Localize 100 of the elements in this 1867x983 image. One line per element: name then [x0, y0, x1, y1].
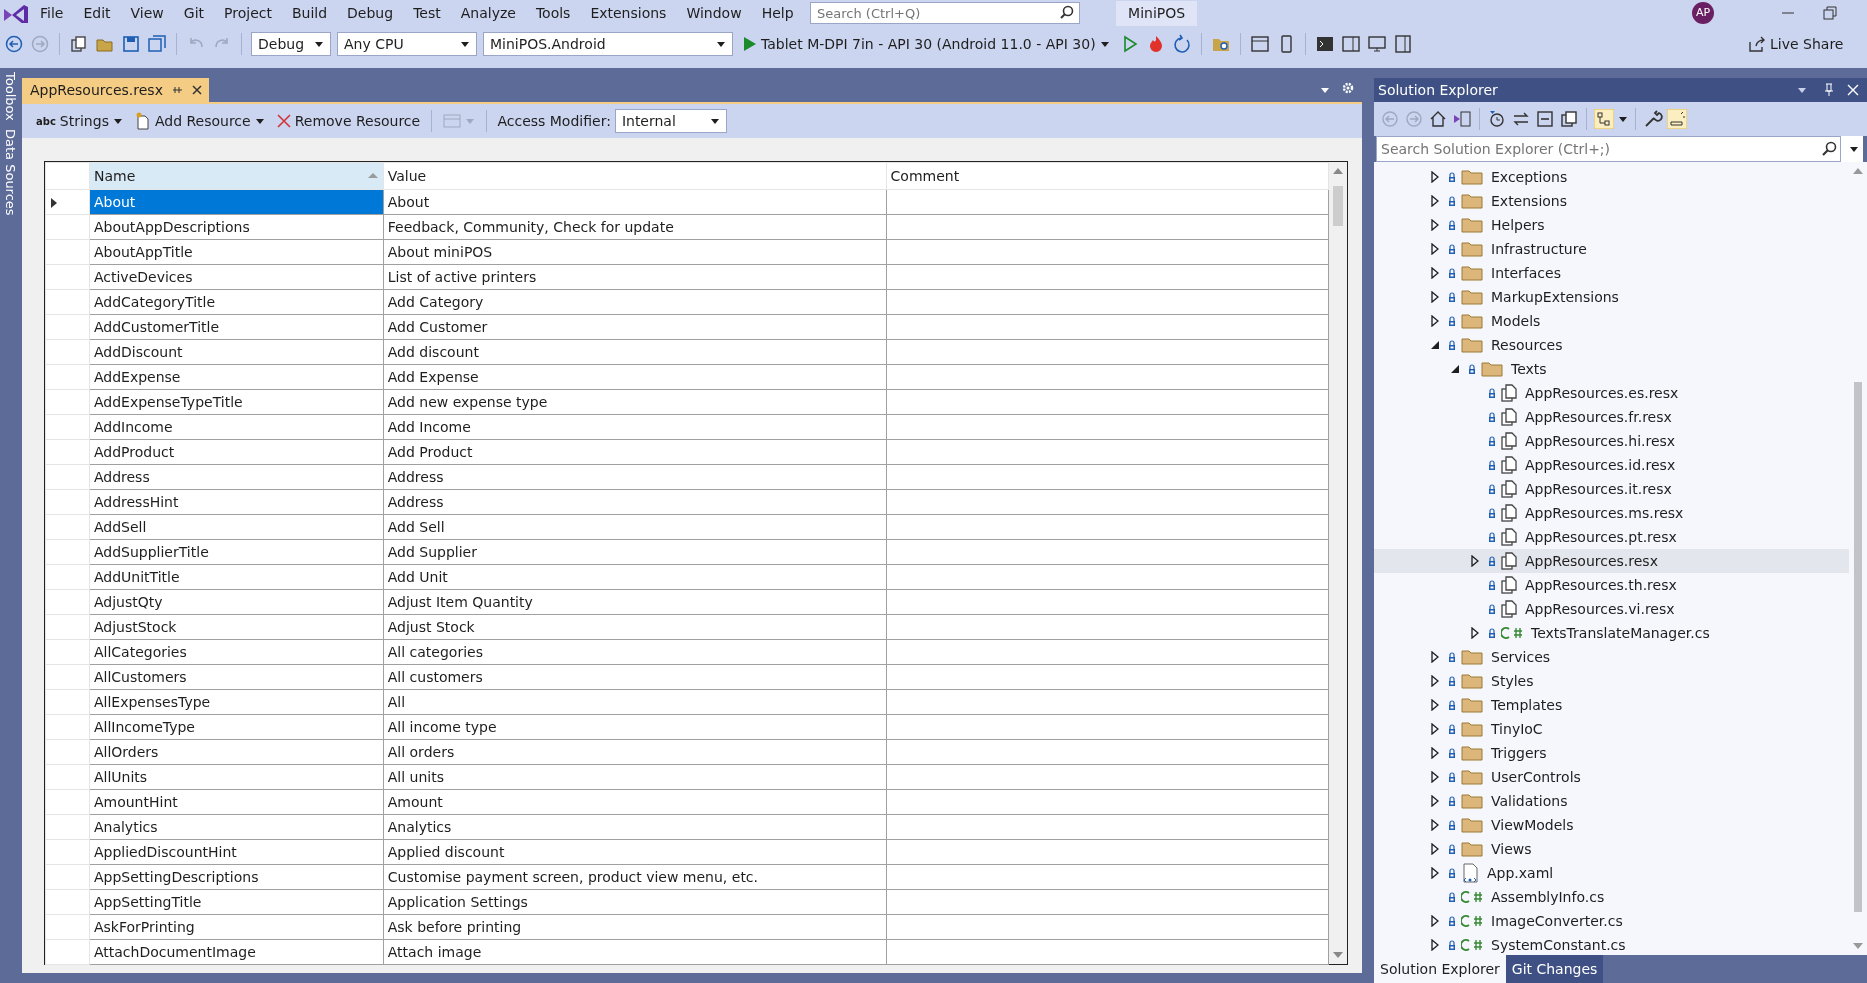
add-resource-button[interactable]: Add Resource — [130, 108, 269, 134]
collapse-all-icon[interactable] — [1535, 109, 1555, 129]
history-icon[interactable] — [1487, 109, 1507, 129]
menu-item[interactable]: View — [120, 2, 174, 24]
expand-arrow-icon[interactable] — [1431, 651, 1439, 663]
table-cell[interactable]: Add Product — [383, 439, 887, 465]
table-cell[interactable]: AllUnits — [89, 764, 384, 790]
table-cell[interactable]: AllCustomers — [89, 664, 384, 690]
table-cell[interactable]: Add new expense type — [383, 389, 887, 415]
panel-tab[interactable]: Git Changes — [1505, 955, 1604, 983]
table-cell[interactable]: AmountHint — [89, 789, 384, 815]
table-cell[interactable]: Application Settings — [383, 889, 887, 915]
menu-item[interactable]: Analyze — [450, 2, 526, 24]
menu-item[interactable]: Window — [676, 2, 752, 24]
close-icon[interactable] — [190, 84, 203, 96]
table-cell[interactable]: Add Income — [383, 414, 887, 440]
scroll-up-icon[interactable] — [1333, 168, 1343, 174]
tree-item[interactable]: Texts — [1374, 357, 1849, 381]
table-cell[interactable]: Feedback, Community, Check for update — [383, 214, 887, 240]
refresh-icon[interactable] — [1171, 34, 1192, 54]
table-cell[interactable]: Add discount — [383, 339, 887, 365]
table-cell[interactable]: Add Unit — [383, 564, 887, 590]
search-field[interactable]: Search (Ctrl+Q) — [810, 2, 1081, 24]
tree-item[interactable]: Resources — [1374, 333, 1849, 357]
expand-arrow-icon[interactable] — [1431, 771, 1439, 783]
settings-icon[interactable] — [1342, 82, 1354, 94]
tree-item[interactable]: Styles — [1374, 669, 1849, 693]
table-cell[interactable]: Applied discount — [383, 839, 887, 865]
table-cell[interactable]: Add Sell — [383, 514, 887, 540]
scrollbar-thumb[interactable] — [1854, 382, 1862, 912]
scroll-up-icon[interactable] — [1853, 168, 1863, 174]
tree-item[interactable]: Helpers — [1374, 213, 1849, 237]
expand-arrow-icon[interactable] — [1471, 627, 1479, 639]
expand-arrow-icon[interactable] — [1431, 219, 1439, 231]
table-cell[interactable]: AddCategoryTitle — [89, 289, 384, 315]
live-share-button[interactable]: Live Share — [1744, 31, 1848, 57]
expand-arrow-icon[interactable] — [1431, 243, 1439, 255]
table-cell[interactable]: Analytics — [383, 814, 887, 840]
table-cell[interactable]: AddressHint — [89, 489, 384, 515]
expand-arrow-icon[interactable] — [1431, 267, 1439, 279]
table-cell[interactable]: Customise payment screen, product view menu, etc. — [383, 864, 887, 890]
tree-item[interactable]: AppResources.ms.resx — [1374, 501, 1849, 525]
tree-item[interactable]: Views — [1374, 837, 1849, 861]
table-cell[interactable]: Amount — [383, 789, 887, 815]
wrench-icon[interactable] — [1643, 109, 1663, 129]
startup-project-dropdown[interactable]: MiniPOS.Android — [483, 32, 733, 56]
table-cell[interactable]: AllExpensesType — [89, 689, 384, 715]
panel-tab[interactable]: Solution Explorer — [1374, 955, 1506, 983]
tree-item[interactable]: AppResources.resx — [1374, 549, 1849, 573]
back-icon[interactable] — [4, 34, 24, 54]
table-cell[interactable]: AddProduct — [89, 439, 384, 465]
close-icon[interactable] — [1847, 84, 1859, 96]
platform-dropdown[interactable]: Any CPU — [337, 32, 477, 56]
table-cell[interactable]: AskForPrinting — [89, 914, 384, 940]
switch-views-icon[interactable] — [1452, 109, 1472, 129]
table-cell[interactable]: AboutAppDescriptions — [89, 214, 384, 240]
table-cell[interactable]: AttachDocumentImage — [89, 939, 384, 965]
access-modifier-dropdown[interactable]: Internal — [614, 109, 727, 133]
collapse-arrow-icon[interactable] — [1430, 340, 1440, 350]
table-cell[interactable]: AppSettingDescriptions — [89, 864, 384, 890]
resource-type-dropdown[interactable]: abc Strings — [32, 108, 127, 134]
menu-item[interactable]: Edit — [73, 2, 121, 24]
menu-item[interactable]: Test — [403, 2, 451, 24]
tree-item[interactable]: AppResources.hi.resx — [1374, 429, 1849, 453]
tree-item[interactable]: AppResources.id.resx — [1374, 453, 1849, 477]
table-cell[interactable]: All income type — [383, 714, 887, 740]
copy-icon[interactable] — [1559, 109, 1579, 129]
expand-arrow-icon[interactable] — [1431, 195, 1439, 207]
tree-item[interactable]: App.xaml — [1374, 861, 1849, 885]
table-cell[interactable]: AdjustQty — [89, 589, 384, 615]
table-cell[interactable]: Analytics — [89, 814, 384, 840]
side-tab[interactable]: Data Sources — [0, 124, 20, 220]
table-cell[interactable]: Adjust Stock — [383, 614, 887, 640]
tree-item[interactable]: Services — [1374, 645, 1849, 669]
run-button[interactable]: Tablet M-DPI 7in - API 30 (Android 11.0 - API 30) — [739, 31, 1114, 57]
new-project-icon[interactable] — [69, 34, 89, 54]
expand-arrow-icon[interactable] — [1431, 843, 1439, 855]
scroll-down-icon[interactable] — [1333, 952, 1343, 958]
table-cell[interactable]: Add Expense — [383, 364, 887, 390]
table-cell[interactable]: Address — [383, 489, 887, 515]
menu-item[interactable]: File — [30, 2, 74, 24]
column-header[interactable]: Name — [89, 162, 384, 190]
terminal-icon[interactable] — [1314, 34, 1335, 54]
window-icon[interactable] — [1249, 34, 1270, 54]
tree-item[interactable]: Extensions — [1374, 189, 1849, 213]
menu-item[interactable]: Project — [214, 2, 282, 24]
table-cell[interactable]: List of active printers — [383, 264, 887, 290]
tree-item[interactable]: ImageConverter.cs — [1374, 909, 1849, 933]
expand-arrow-icon[interactable] — [1431, 795, 1439, 807]
restore-icon[interactable] — [1823, 6, 1837, 20]
expand-arrow-icon[interactable] — [1431, 171, 1439, 183]
table-cell[interactable]: AppliedDiscountHint — [89, 839, 384, 865]
side-tab[interactable]: Toolbox — [0, 68, 20, 125]
table-cell[interactable]: Add Customer — [383, 314, 887, 340]
table-cell[interactable]: Ask before printing — [383, 914, 887, 940]
table-cell[interactable]: AboutAppTitle — [89, 239, 384, 265]
expand-arrow-icon[interactable] — [1431, 699, 1439, 711]
table-cell[interactable]: All — [383, 689, 887, 715]
table-cell[interactable]: AllIncomeType — [89, 714, 384, 740]
table-cell[interactable]: Address — [89, 464, 384, 490]
